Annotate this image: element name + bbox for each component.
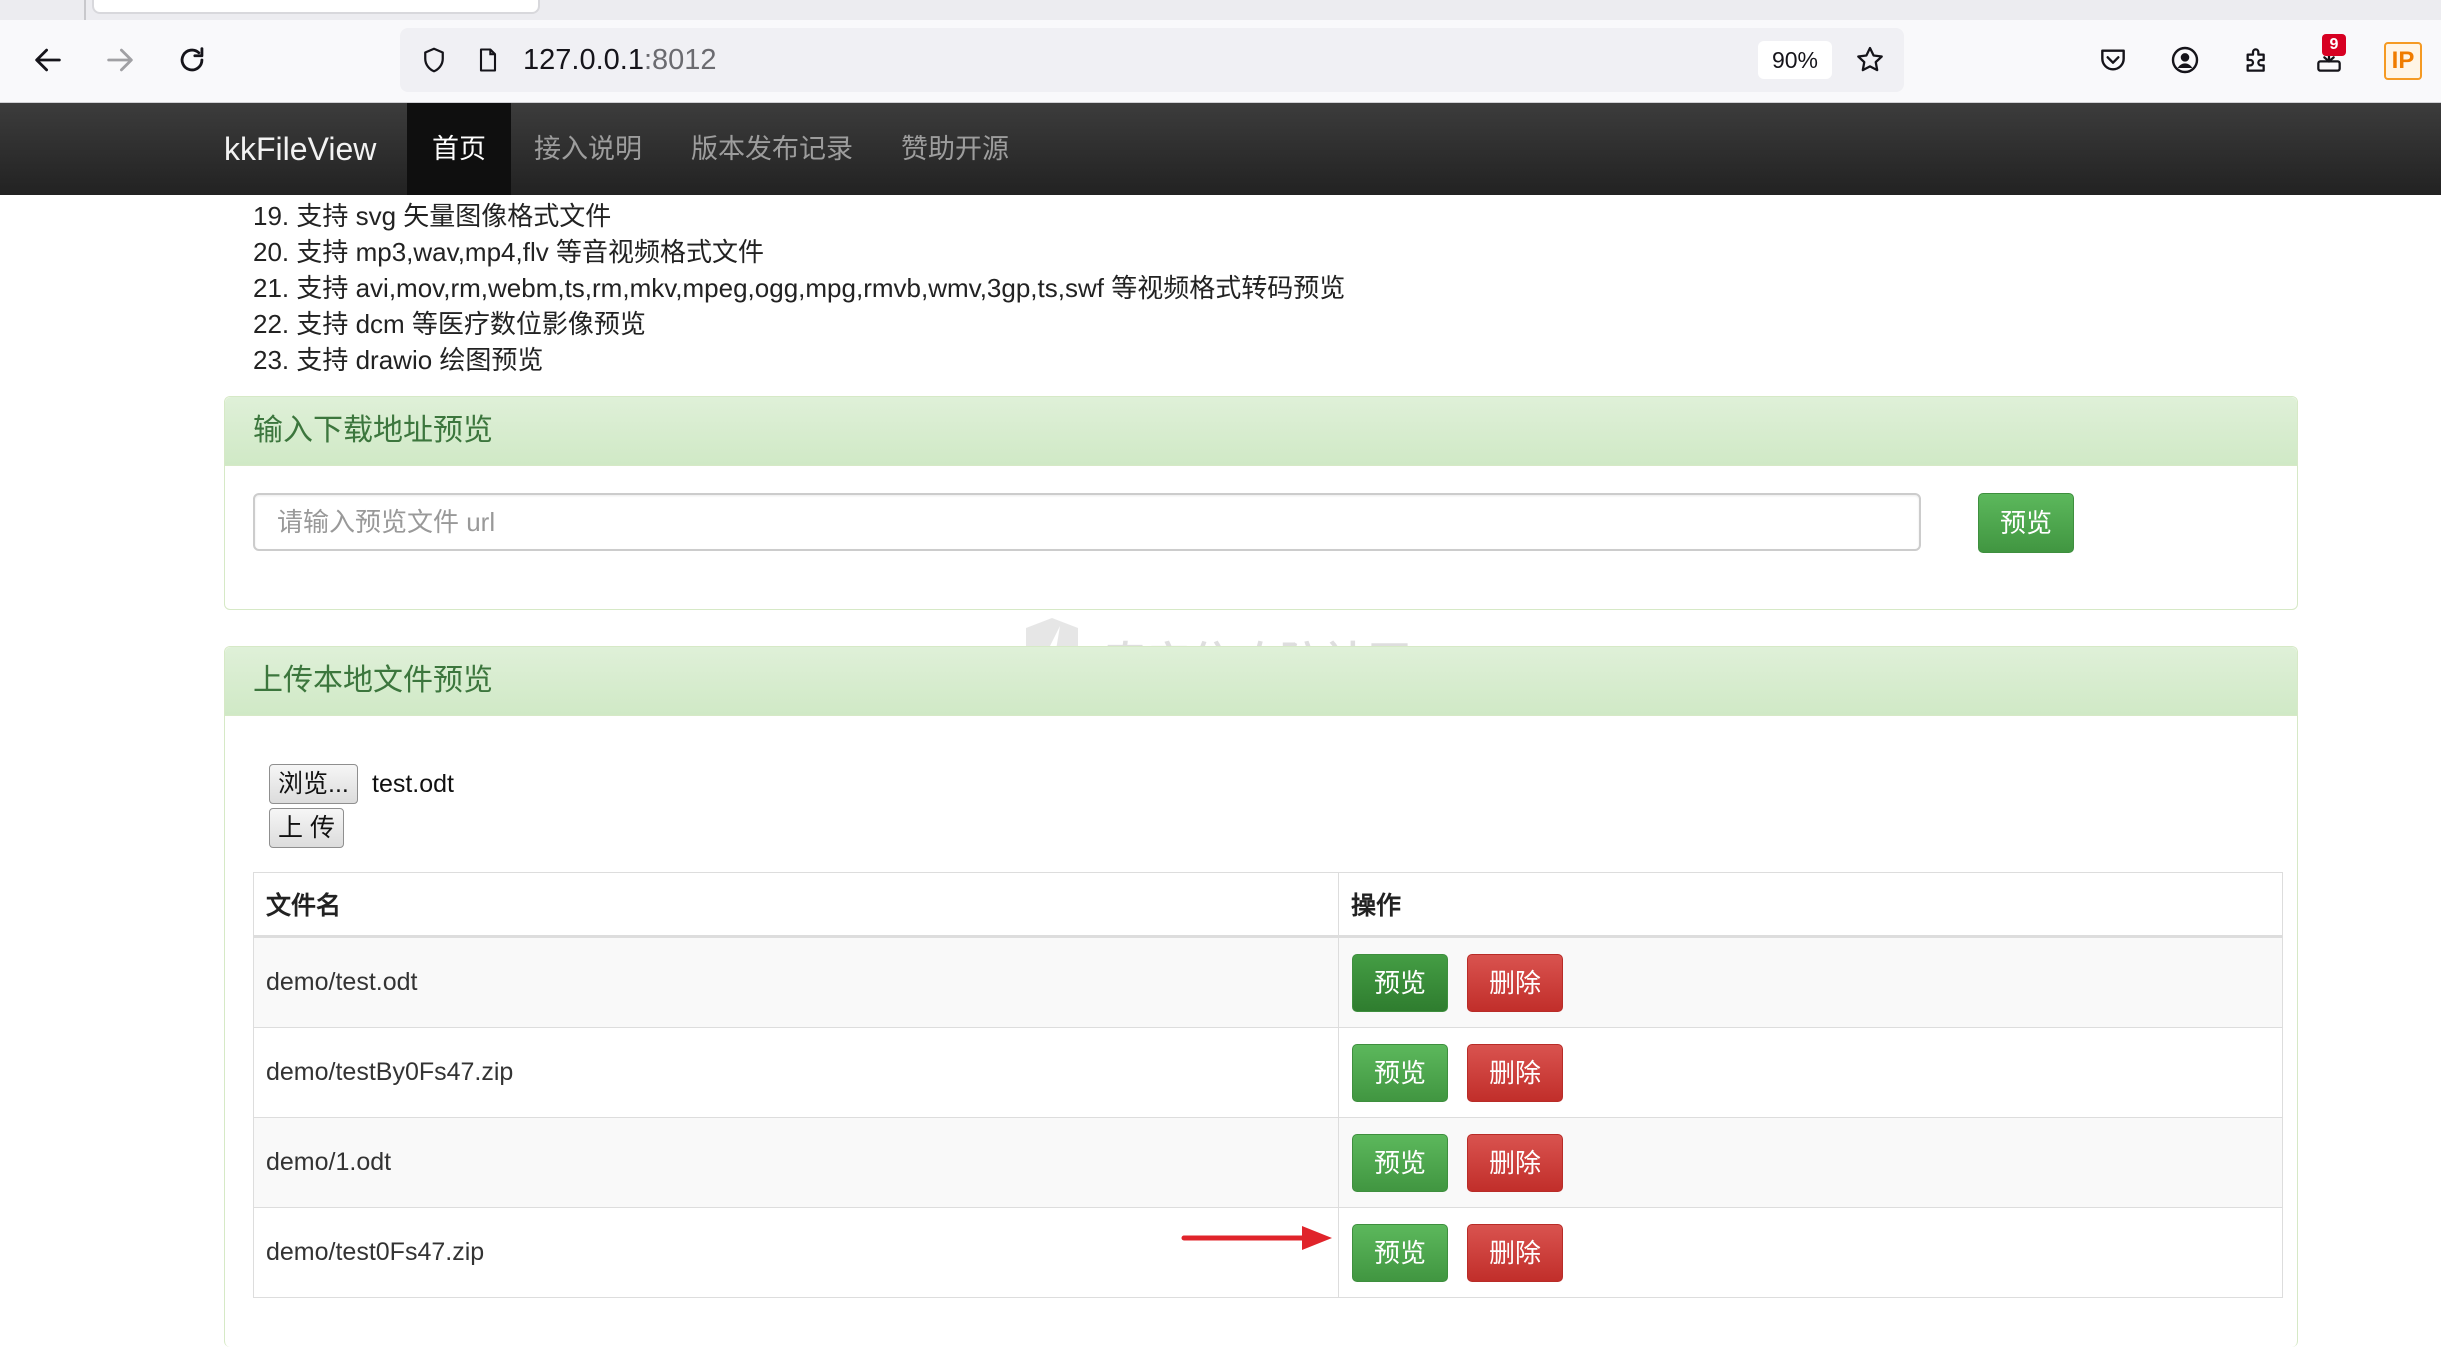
selected-file-name: test.odt [372,770,454,798]
tab-separator [84,0,86,20]
column-header-actions: 操作 [1338,872,2283,938]
actions-cell: 预览 删除 [1338,1207,2283,1298]
actions-cell: 预览 删除 [1338,1027,2283,1118]
url-text[interactable]: 127.0.0.1:8012 [523,28,717,92]
url-preview-button[interactable]: 预览 [1978,493,2074,553]
file-name-cell: demo/test.odt [253,936,1339,1028]
panel-heading: 输入下载地址预览 [225,397,2297,466]
zoom-indicator[interactable]: 90% [1757,41,1832,79]
file-preview-button[interactable]: 预览 [1352,1044,1448,1102]
browser-toolbar: 127.0.0.1:8012 90% 9 IP [0,20,2441,103]
feature-item: 21. 支持 avi,mov,rm,webm,ts,rm,mkv,mpeg,og… [253,273,1346,303]
table-row: demo/test.odt 预览 删除 [253,936,2283,1028]
file-delete-button[interactable]: 删除 [1467,954,1563,1012]
page-icon[interactable] [466,38,510,82]
url-preview-panel: 输入下载地址预览 请输入预览文件 url 预览 [224,396,2298,610]
extensions-puzzle-icon[interactable] [2233,36,2281,84]
app-navbar: kkFileView 首页 接入说明 版本发布记录 赞助开源 [0,103,2441,195]
nav-item-home[interactable]: 首页 [407,103,511,195]
nav-item-release-notes[interactable]: 版本发布记录 [684,103,860,195]
annotation-arrow-icon [1181,1226,1332,1250]
url-host: 127.0.0.1 [523,44,644,76]
actions-cell: 预览 删除 [1338,936,2283,1028]
file-name-cell: demo/1.odt [253,1117,1339,1208]
url-port: :8012 [643,44,717,76]
url-bar[interactable]: 127.0.0.1:8012 90% [400,28,1904,92]
table-row: demo/1.odt 预览 删除 [253,1117,2283,1208]
nav-item-integration-guide[interactable]: 接入说明 [526,103,650,195]
feature-item: 19. 支持 svg 矢量图像格式文件 [253,201,612,231]
file-name-cell: demo/testBy0Fs47.zip [253,1027,1339,1118]
account-icon[interactable] [2161,36,2209,84]
nav-item-sponsor[interactable]: 赞助开源 [893,103,1017,195]
forward-icon[interactable] [96,36,144,84]
file-preview-button[interactable]: 预览 [1352,1134,1448,1192]
file-delete-button[interactable]: 删除 [1467,1044,1563,1102]
file-delete-button[interactable]: 删除 [1467,1224,1563,1282]
pocket-icon[interactable] [2089,36,2137,84]
column-header-filename: 文件名 [253,872,1339,938]
panel-title: 输入下载地址预览 [253,414,493,447]
file-name-cell: demo/test0Fs47.zip [253,1207,1339,1298]
actions-cell: 预览 删除 [1338,1117,2283,1208]
feature-item: 20. 支持 mp3,wav,mp4,flv 等音视频格式文件 [253,237,764,267]
notification-badge: 9 [2322,34,2346,56]
back-icon[interactable] [24,36,72,84]
bookmark-star-icon[interactable] [1848,38,1892,82]
upload-button[interactable]: 上 传 [269,808,344,848]
browser-tab-strip [0,0,2441,20]
feature-item: 22. 支持 dcm 等医疗数位影像预览 [253,309,646,339]
feature-item: 23. 支持 drawio 绘图预览 [253,345,544,375]
panel-heading: 上传本地文件预览 [225,647,2297,716]
table-header-row: 文件名 操作 [253,872,2283,938]
file-delete-button[interactable]: 删除 [1467,1134,1563,1192]
ip-extension-icon[interactable]: IP [2384,42,2422,80]
panel-title: 上传本地文件预览 [253,664,493,697]
file-preview-button[interactable]: 预览 [1352,1224,1448,1282]
browser-tab[interactable] [92,0,540,14]
browse-file-button[interactable]: 浏览... [269,764,358,804]
reload-icon[interactable] [168,36,216,84]
file-preview-button[interactable]: 预览 [1352,954,1448,1012]
brand-link[interactable]: kkFileView [224,103,376,195]
shield-icon[interactable] [412,38,456,82]
table-row: demo/testBy0Fs47.zip 预览 删除 [253,1027,2283,1118]
url-input[interactable]: 请输入预览文件 url [253,493,1921,551]
